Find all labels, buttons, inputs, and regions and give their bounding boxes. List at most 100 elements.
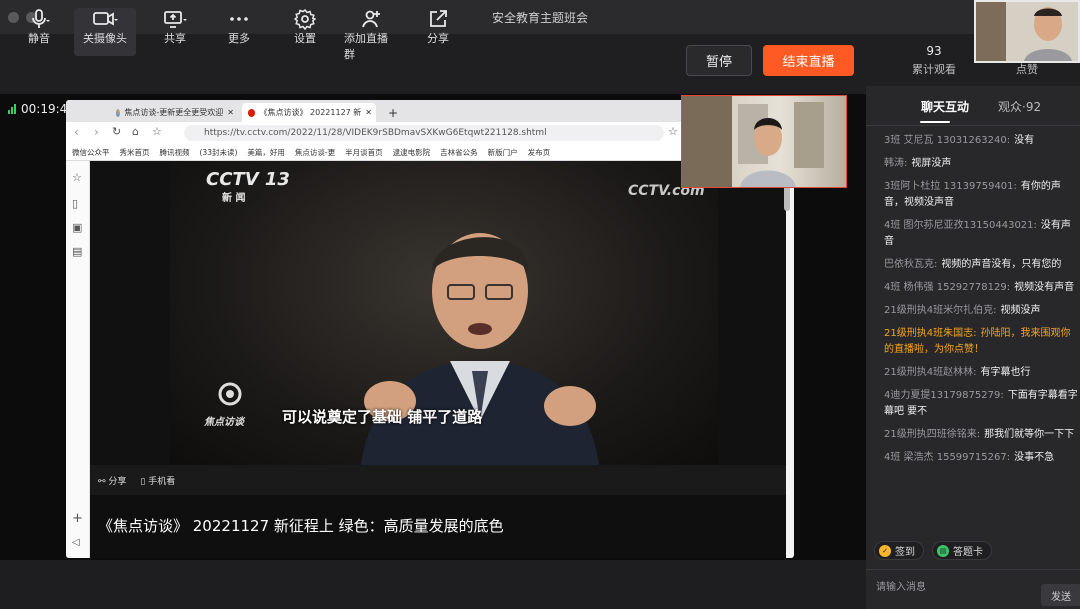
back-icon[interactable]: ‹ — [74, 125, 79, 139]
tab-close-icon[interactable]: ✕ — [227, 108, 238, 117]
end-live-button[interactable]: 结束直播 — [763, 45, 854, 76]
answer-card-button[interactable]: ▤ 答题卡 — [932, 541, 992, 560]
bookmark-item[interactable]: 半月谈首页 — [345, 147, 383, 158]
presenter-camera-overlay[interactable] — [681, 95, 847, 188]
answer-card-icon: ▤ — [937, 544, 949, 557]
home-icon[interactable]: ⌂ — [132, 125, 139, 138]
chat-message: 21级刑执4班赵林林: 有字幕也行 — [884, 365, 1080, 381]
chat-message: 4班 图尔荪尼亚孜13150443021: 没有声音 — [884, 218, 1080, 250]
add-group-icon — [360, 8, 382, 30]
browser-tab-2[interactable]: 《焦点访谈》 20221127 新 ✕ — [242, 103, 376, 122]
viewers-stat: 93 累计观看 — [904, 44, 964, 77]
channel-subtitle: 新 闻 — [222, 193, 246, 204]
chat-sender-name: 4班 梁浩杰 15599715267: — [884, 452, 1011, 463]
camera-toggle-button[interactable]: 关摄像头 — [74, 8, 136, 56]
chat-message: 4迪力夏提13179875279: 下面有字幕看字幕吧 要不 — [884, 388, 1080, 420]
browser-tab-1[interactable]: 焦点访谈-更新更全更受欢迎 ✕ — [110, 103, 238, 122]
program-logo-text: 焦点访谈 — [204, 417, 244, 428]
bookmark-item[interactable]: 美篇，好用 — [247, 147, 285, 158]
share-screen-button[interactable]: 共享 — [158, 8, 192, 56]
checkin-button[interactable]: ✓ 签到 — [874, 541, 924, 560]
chat-sender-name: 3班阿卜杜拉 13139759401: — [884, 181, 1017, 192]
bookmark-item[interactable]: 焦点访谈-更 — [295, 147, 335, 158]
add-icon[interactable]: + — [72, 511, 83, 526]
tab-audience[interactable]: 观众·92 — [998, 98, 1041, 115]
chat-message: 21级刑执4班朱国志: 孙陆阳，我来围观你的直播啦，为你点赞！ — [884, 326, 1080, 358]
video-title: 《焦点访谈》 20221127 新征程上 绿色：高质量发展的底色 — [90, 495, 786, 558]
new-tab-button[interactable]: + — [382, 103, 402, 122]
mute-label: 静音 — [28, 32, 50, 45]
video-actions-bar: ⚯ 分享 ▯ 手机看 — [90, 465, 786, 495]
bookmark-item[interactable]: 微信公众平 — [72, 147, 110, 158]
chat-message-text: 视频没声 — [1000, 305, 1041, 316]
chat-sender-name: 3班 艾尼瓦 13031263240: — [884, 135, 1011, 146]
bookmark-item[interactable]: 发布页 — [528, 147, 551, 158]
browser-sidebar: ☆ ▯ ▣ ▤ + ◁ — [66, 161, 90, 558]
star-icon[interactable]: ☆ — [152, 125, 162, 138]
screenshot-icon[interactable]: ▣ — [72, 221, 82, 234]
bookmark-item[interactable]: 新版门户 — [488, 147, 518, 158]
bookmark-item[interactable]: 逮逮电影院 — [393, 147, 431, 158]
video-player[interactable]: CCTV 13 新 闻 CCTV.com 焦点访谈 可以说奠定了基础 铺平了道路 — [90, 161, 786, 465]
bookmark-item[interactable]: (33封未读) — [200, 147, 238, 158]
chat-sender-name: 21级刑执4班朱国志: — [884, 328, 977, 339]
mute-button[interactable]: 静音 — [22, 8, 56, 56]
reading-list-icon[interactable]: ▯ — [72, 197, 78, 210]
chat-message-text: 视频的声音没有，只有您的 — [941, 259, 1062, 270]
url-field[interactable]: https://tv.cctv.com/2022/11/28/VIDEK9rSB… — [184, 125, 664, 141]
chat-sender-name: 韩涛: — [884, 158, 908, 169]
chat-message-text: 没有 — [1014, 135, 1035, 146]
forward-icon[interactable]: › — [94, 125, 99, 139]
self-camera-preview[interactable] — [974, 0, 1080, 63]
settings-button[interactable]: 设置 — [290, 8, 320, 56]
viewers-count: 93 — [926, 44, 942, 58]
interaction-panel: 聊天互动 观众·92 3班 艾尼瓦 13031263240: 没有 韩涛: 视屏没声 3… — [866, 86, 1080, 609]
reload-icon[interactable]: ↻ — [112, 125, 121, 138]
message-input[interactable]: 请输入消息 — [876, 578, 926, 593]
panel-tabs: 聊天互动 观众·92 — [866, 86, 1080, 126]
chat-sender-name: 21级刑执4班赵林林: — [884, 367, 977, 378]
chat-message: 韩涛: 视屏没声 — [884, 156, 1080, 172]
chat-message-list[interactable]: 3班 艾尼瓦 13031263240: 没有 韩涛: 视屏没声 3班阿卜杜拉 13139… — [884, 133, 1080, 473]
more-button[interactable]: 更多 — [224, 8, 254, 56]
add-live-group-button[interactable]: 添加直播群 — [344, 8, 398, 61]
tab-favicon-icon — [248, 108, 256, 117]
chat-message: 3班 艾尼瓦 13031263240: 没有 — [884, 133, 1080, 149]
self-camera-image — [976, 2, 1078, 61]
chat-message-text: 没事不急 — [1014, 452, 1055, 463]
video-share-button[interactable]: ⚯ 分享 — [98, 474, 126, 487]
gear-icon — [293, 8, 317, 31]
bookmark-item[interactable]: 秀米首页 — [120, 147, 150, 158]
tab-close-icon[interactable]: ✕ — [365, 108, 376, 117]
screen-share-icon — [161, 8, 189, 30]
close-window-button[interactable] — [8, 12, 19, 23]
send-button[interactable]: 发送 — [1041, 584, 1080, 606]
bookmark-item[interactable]: 腾讯视频 — [160, 147, 190, 158]
presenter-camera-image — [682, 96, 824, 187]
camera-label: 关摄像头 — [83, 32, 127, 45]
chat-message-text: 视频没有声音 — [1014, 282, 1075, 293]
program-logo-icon — [210, 381, 250, 411]
chat-message: 21级刑执四班徐铭来: 那我们就等你一下下 — [884, 427, 1080, 443]
share-out-button[interactable]: 分享 — [424, 8, 452, 56]
collapse-icon[interactable]: ◁ — [72, 537, 80, 548]
add-group-label: 添加直播群 — [344, 32, 388, 61]
chat-message-text: 那我们就等你一下下 — [984, 429, 1075, 440]
pause-button[interactable]: 暂停 — [686, 45, 752, 76]
microphone-icon — [28, 8, 50, 30]
favorites-icon[interactable]: ☆ — [72, 171, 82, 184]
chat-sender-name: 4班 杨伟强 15292778129: — [884, 282, 1011, 293]
more-icon — [228, 8, 250, 30]
chat-message-text: 视屏没声 — [911, 158, 952, 169]
watch-on-mobile-button[interactable]: ▯ 手机看 — [140, 474, 175, 487]
tab-chat[interactable]: 聊天互动 — [921, 98, 969, 115]
settings-label: 设置 — [294, 32, 316, 45]
chat-message: 21级刑执4班米尔扎伯克: 视频没声 — [884, 303, 1080, 319]
video-subtitle: 可以说奠定了基础 铺平了道路 — [282, 408, 483, 426]
signal-strength-icon — [8, 104, 16, 114]
notes-icon[interactable]: ▤ — [72, 245, 82, 258]
bookmark-star-icon[interactable]: ☆ — [668, 125, 678, 138]
bookmark-item[interactable]: 吉林省公务 — [440, 147, 478, 158]
share-out-label: 分享 — [427, 32, 449, 45]
window-title: 安全教育主题班会 — [491, 10, 588, 25]
